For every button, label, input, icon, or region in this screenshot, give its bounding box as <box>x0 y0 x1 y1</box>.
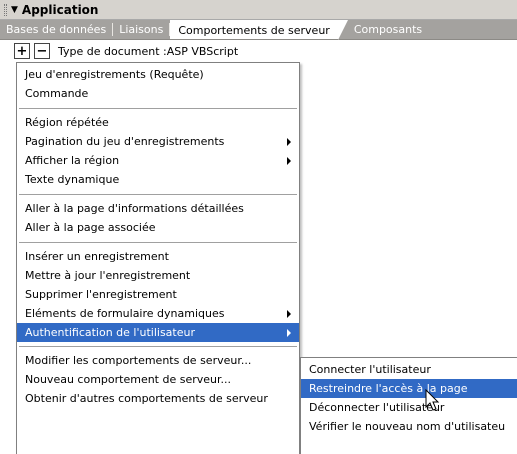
menu-separator <box>19 194 297 195</box>
tab-components[interactable]: Composants <box>348 20 428 39</box>
document-type-label: Type de document :ASP VBScript <box>58 44 239 58</box>
server-behaviors-menu: Jeu d'enregistrements (Requête) Commande… <box>16 62 300 454</box>
menu-item-dynamic-text[interactable]: Texte dynamique <box>17 170 299 189</box>
menu-separator <box>19 108 297 109</box>
menu-item-repeat-region[interactable]: Région répétée <box>17 113 299 132</box>
submenu-arrow-icon <box>287 157 291 165</box>
submenu-item-log-out-user[interactable]: Déconnecter l'utilisateur <box>301 398 517 417</box>
menu-separator <box>19 346 297 347</box>
collapse-arrow-icon[interactable]: ▼ <box>11 5 18 15</box>
tab-strip: Bases de données Liaisons Comportements … <box>0 20 517 40</box>
menu-item-new-server-behavior[interactable]: Nouveau comportement de serveur... <box>17 370 299 389</box>
submenu-arrow-icon <box>287 329 291 337</box>
menu-item-dynamic-form-elements[interactable]: Eléments de formulaire dynamiques <box>17 304 299 323</box>
tab-server-behaviors[interactable]: Comportements de serveur <box>170 20 338 39</box>
submenu-item-check-new-username[interactable]: Vérifier le nouveau nom d'utilisateu <box>301 417 517 436</box>
menu-item-edit-server-behaviors[interactable]: Modifier les comportements de serveur... <box>17 351 299 370</box>
panel-header[interactable]: ▼ Application <box>0 0 517 20</box>
add-behavior-button[interactable]: + <box>14 43 30 59</box>
menu-item-insert-record[interactable]: Insérer un enregistrement <box>17 247 299 266</box>
toolbar: + − Type de document :ASP VBScript <box>0 40 517 62</box>
submenu-arrow-icon <box>287 310 291 318</box>
submenu-item-log-in-user[interactable]: Connecter l'utilisateur <box>301 360 517 379</box>
menu-separator <box>19 242 297 243</box>
submenu-item-restrict-access[interactable]: Restreindre l'accès à la page <box>301 379 517 398</box>
menu-item-label: Eléments de formulaire dynamiques <box>25 307 225 320</box>
menu-item-go-related-page[interactable]: Aller à la page associée <box>17 218 299 237</box>
menu-item-delete-record[interactable]: Supprimer l'enregistrement <box>17 285 299 304</box>
menu-item-show-region[interactable]: Afficher la région <box>17 151 299 170</box>
menu-item-label: Afficher la région <box>25 154 120 167</box>
submenu-arrow-icon <box>287 138 291 146</box>
menu-item-label: Pagination du jeu d'enregistrements <box>25 135 225 148</box>
menu-item-update-record[interactable]: Mettre à jour l'enregistrement <box>17 266 299 285</box>
mouse-cursor-icon <box>425 389 440 411</box>
panel-title: Application <box>21 2 99 17</box>
tab-bindings[interactable]: Liaisons <box>113 20 169 39</box>
menu-item-user-authentication[interactable]: Authentification de l'utilisateur <box>17 323 299 342</box>
menu-item-get-more-server-behaviors[interactable]: Obtenir d'autres comportements de serveu… <box>17 389 299 408</box>
user-authentication-submenu: Connecter l'utilisateur Restreindre l'ac… <box>300 357 517 454</box>
tab-notch <box>337 20 348 40</box>
menu-item-label: Authentification de l'utilisateur <box>25 326 196 339</box>
tab-databases[interactable]: Bases de données <box>0 20 112 39</box>
menu-item-go-detail-page[interactable]: Aller à la page d'informations détaillée… <box>17 199 299 218</box>
menu-item-command[interactable]: Commande <box>17 84 299 103</box>
menu-item-recordset-paging[interactable]: Pagination du jeu d'enregistrements <box>17 132 299 151</box>
panel-grip-icon[interactable] <box>4 3 7 16</box>
remove-behavior-button[interactable]: − <box>34 43 50 59</box>
menu-item-recordset[interactable]: Jeu d'enregistrements (Requête) <box>17 65 299 84</box>
